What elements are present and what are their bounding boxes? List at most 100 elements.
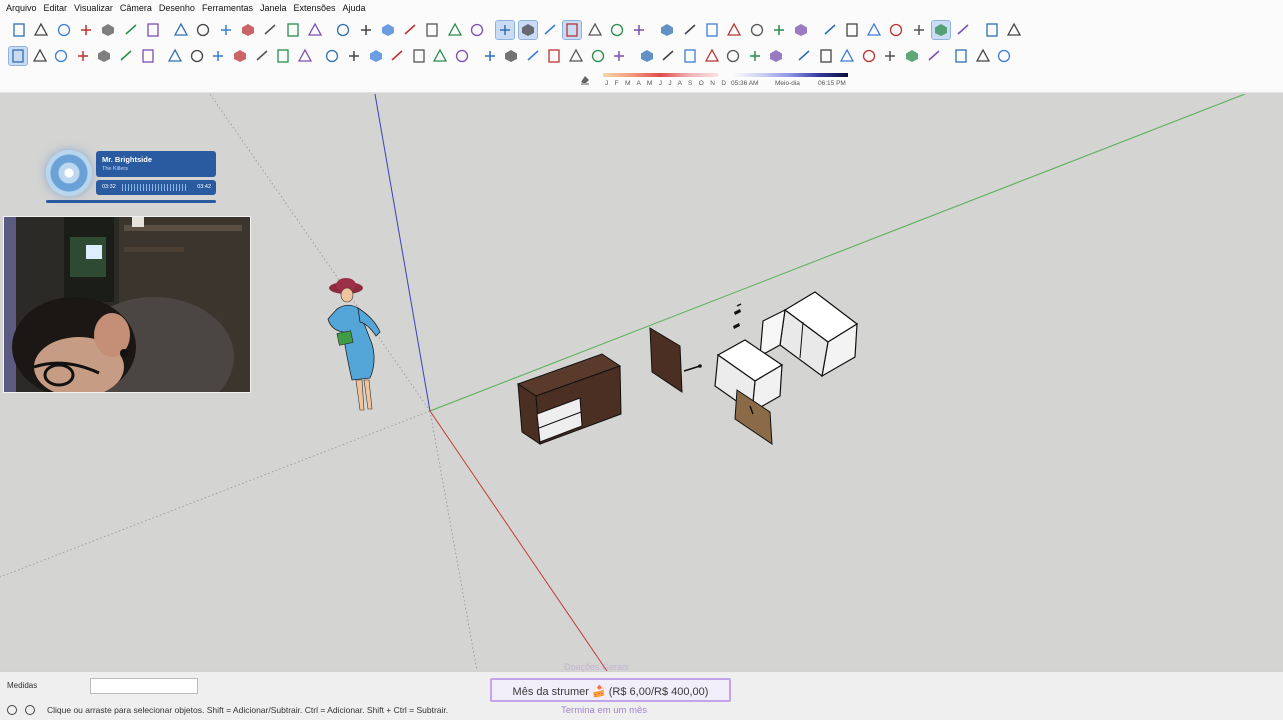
freehand-icon[interactable]: [117, 47, 135, 65]
photo-texture-icon[interactable]: [865, 21, 883, 39]
dynamic-components-icon[interactable]: [974, 47, 992, 65]
menu-desenho[interactable]: Desenho: [159, 3, 195, 13]
sideboard-model[interactable]: [516, 353, 622, 445]
pie-icon[interactable]: [296, 47, 314, 65]
section-fill-icon[interactable]: [658, 21, 676, 39]
left-view-icon[interactable]: [379, 21, 397, 39]
push-pull-icon[interactable]: [345, 47, 363, 65]
rectangle-icon[interactable]: [139, 47, 157, 65]
circle-icon[interactable]: [188, 47, 206, 65]
shaded-textures-icon[interactable]: [541, 21, 559, 39]
sandbox-icon[interactable]: [887, 21, 905, 39]
shadow-toggle-icon[interactable]: [579, 73, 591, 85]
solid-tools-icon[interactable]: [925, 47, 943, 65]
look-around-icon[interactable]: [746, 47, 764, 65]
menu-ajuda[interactable]: Ajuda: [343, 3, 366, 13]
toggle-terrain-icon[interactable]: [843, 21, 861, 39]
zoom-window-icon[interactable]: [659, 47, 677, 65]
rotated-rectangle-icon[interactable]: [166, 47, 184, 65]
components-icon[interactable]: [725, 21, 743, 39]
scale-icon[interactable]: [410, 47, 428, 65]
warehouse-icon[interactable]: [681, 21, 699, 39]
save-icon[interactable]: [55, 21, 73, 39]
measurements-input[interactable]: [90, 678, 198, 694]
shaded-icon[interactable]: [517, 20, 538, 40]
trim-icon[interactable]: [881, 47, 899, 65]
intersect-icon[interactable]: [817, 47, 835, 65]
text-icon[interactable]: [524, 47, 542, 65]
new-file-icon[interactable]: [10, 21, 28, 39]
menu-arquivo[interactable]: Arquivo: [6, 3, 37, 13]
line-icon[interactable]: [95, 47, 113, 65]
section-cuts-icon[interactable]: [630, 21, 648, 39]
select-arrow-icon[interactable]: [8, 46, 28, 66]
print-icon[interactable]: [217, 21, 235, 39]
three-point-arc-icon[interactable]: [274, 47, 292, 65]
previous-view-icon[interactable]: [703, 47, 721, 65]
orbit-icon[interactable]: [589, 47, 607, 65]
display-sections-icon[interactable]: [608, 21, 626, 39]
month-slider[interactable]: [603, 73, 718, 77]
options-icon[interactable]: [995, 47, 1013, 65]
cut-icon[interactable]: [77, 21, 95, 39]
undo-icon[interactable]: [172, 21, 190, 39]
soften-icon[interactable]: [952, 47, 970, 65]
3d-text-icon[interactable]: [567, 47, 585, 65]
rotate-icon[interactable]: [367, 47, 385, 65]
menu-editar[interactable]: Editar: [44, 3, 68, 13]
layers-icon[interactable]: [792, 21, 810, 39]
pan-icon[interactable]: [610, 47, 628, 65]
scale-figure[interactable]: [327, 278, 381, 411]
paint-bucket-icon[interactable]: [52, 47, 70, 65]
lasso-icon[interactable]: [31, 47, 49, 65]
menu-ferramentas[interactable]: Ferramentas: [202, 3, 253, 13]
subtract-icon[interactable]: [860, 47, 878, 65]
position-camera-icon[interactable]: [724, 47, 742, 65]
help-icon[interactable]: [25, 705, 35, 715]
zoom-icon[interactable]: [638, 47, 656, 65]
geo-location-icon[interactable]: [7, 705, 17, 715]
dimension-icon[interactable]: [481, 47, 499, 65]
iso-view-icon[interactable]: [261, 21, 279, 39]
erase-icon[interactable]: [144, 21, 162, 39]
cloud-icon[interactable]: [910, 21, 928, 39]
wireframe-icon[interactable]: [468, 21, 486, 39]
tape-measure-icon[interactable]: [453, 47, 471, 65]
top-view-icon[interactable]: [284, 21, 302, 39]
back-view-icon[interactable]: [357, 21, 375, 39]
menu-extensoes[interactable]: Extensões: [294, 3, 336, 13]
time-slider[interactable]: [731, 73, 848, 77]
door-panel-dark[interactable]: [649, 327, 702, 393]
walk-icon[interactable]: [767, 47, 785, 65]
front-view-icon[interactable]: [306, 21, 324, 39]
model-info-icon[interactable]: [239, 21, 257, 39]
two-point-arc-icon[interactable]: [253, 47, 271, 65]
add-location-icon[interactable]: [821, 21, 839, 39]
layout-send-icon[interactable]: [931, 20, 951, 40]
split-icon[interactable]: [903, 47, 921, 65]
arc-icon[interactable]: [231, 47, 249, 65]
xray-icon[interactable]: [423, 21, 441, 39]
zoom-extents-icon[interactable]: [681, 47, 699, 65]
eraser-icon[interactable]: [74, 47, 92, 65]
redo-icon[interactable]: [194, 21, 212, 39]
menu-janela[interactable]: Janela: [260, 3, 287, 13]
offset-icon[interactable]: [431, 47, 449, 65]
cart-icon[interactable]: [983, 21, 1001, 39]
materials-icon[interactable]: [748, 21, 766, 39]
monochrome-icon[interactable]: [562, 20, 583, 40]
menu-visualizar[interactable]: Visualizar: [74, 3, 113, 13]
menu-camera[interactable]: Câmera: [120, 3, 152, 13]
styles-icon[interactable]: [770, 21, 788, 39]
polygon-icon[interactable]: [209, 47, 227, 65]
open-folder-icon[interactable]: [32, 21, 50, 39]
right-view-icon[interactable]: [334, 21, 352, 39]
bottom-view-icon[interactable]: [401, 21, 419, 39]
hardware-parts[interactable]: [733, 303, 742, 329]
protractor-icon[interactable]: [502, 47, 520, 65]
union-icon[interactable]: [838, 47, 856, 65]
info-icon[interactable]: [954, 21, 972, 39]
follow-me-icon[interactable]: [388, 47, 406, 65]
extension-warehouse-icon[interactable]: [703, 21, 721, 39]
axes-icon[interactable]: [545, 47, 563, 65]
